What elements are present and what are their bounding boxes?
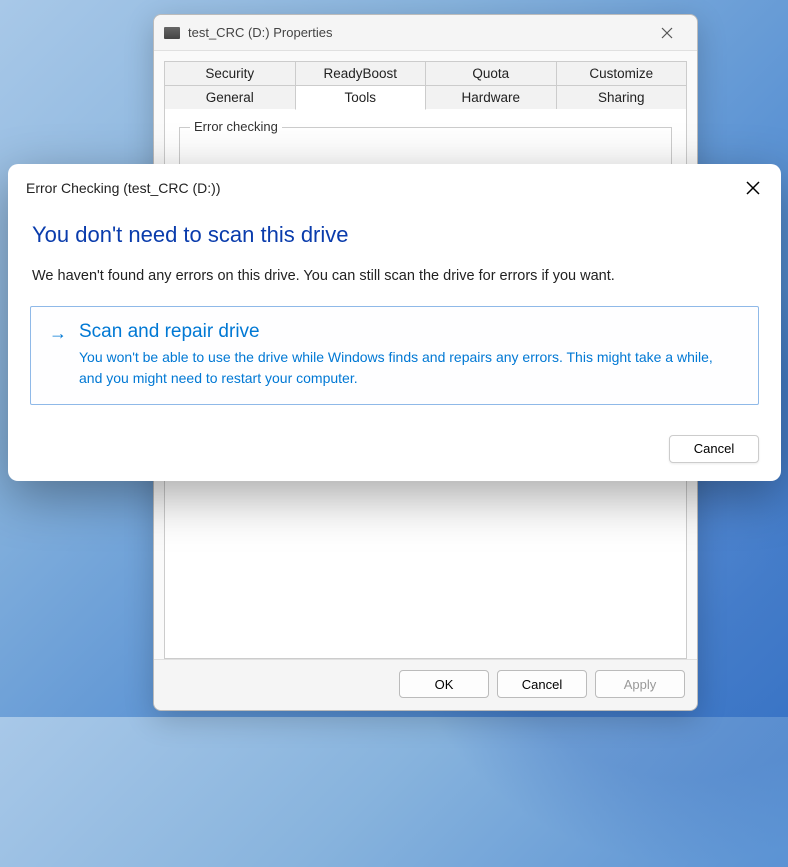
tab-customize[interactable]: Customize	[556, 61, 688, 85]
dialog-titlebar[interactable]: Error Checking (test_CRC (D:))	[8, 164, 781, 208]
dialog-footer: Cancel	[8, 405, 781, 467]
tab-security[interactable]: Security	[164, 61, 296, 85]
tab-hardware[interactable]: Hardware	[425, 85, 557, 110]
command-title: Scan and repair drive	[79, 321, 740, 343]
dialog-body-text: We haven't found any errors on this driv…	[8, 256, 781, 306]
tab-tools[interactable]: Tools	[295, 85, 427, 110]
close-icon	[746, 181, 760, 195]
groupbox-label: Error checking	[190, 119, 282, 134]
properties-button-row: OK Cancel Apply	[154, 659, 697, 710]
tab-readyboost[interactable]: ReadyBoost	[295, 61, 427, 85]
arrow-right-icon: →	[49, 321, 67, 388]
properties-titlebar[interactable]: test_CRC (D:) Properties	[154, 15, 697, 51]
dialog-title: Error Checking (test_CRC (D:))	[26, 180, 739, 196]
command-description: You won't be able to use the drive while…	[79, 347, 740, 388]
properties-title: test_CRC (D:) Properties	[188, 25, 647, 40]
apply-button[interactable]: Apply	[595, 670, 685, 698]
ok-button[interactable]: OK	[399, 670, 489, 698]
dialog-cancel-button[interactable]: Cancel	[669, 435, 759, 463]
properties-close-button[interactable]	[647, 19, 687, 47]
tab-sharing[interactable]: Sharing	[556, 85, 688, 110]
dialog-close-button[interactable]	[739, 174, 767, 202]
tab-strip: Security ReadyBoost Quota Customize Gene…	[164, 61, 687, 110]
drive-icon	[164, 27, 180, 39]
close-icon	[661, 27, 673, 39]
tab-quota[interactable]: Quota	[425, 61, 557, 85]
error-checking-dialog: Error Checking (test_CRC (D:)) You don't…	[8, 164, 781, 481]
tab-general[interactable]: General	[164, 85, 296, 110]
cancel-button[interactable]: Cancel	[497, 670, 587, 698]
scan-and-repair-command[interactable]: → Scan and repair drive You won't be abl…	[30, 306, 759, 405]
dialog-heading: You don't need to scan this drive	[8, 208, 781, 256]
